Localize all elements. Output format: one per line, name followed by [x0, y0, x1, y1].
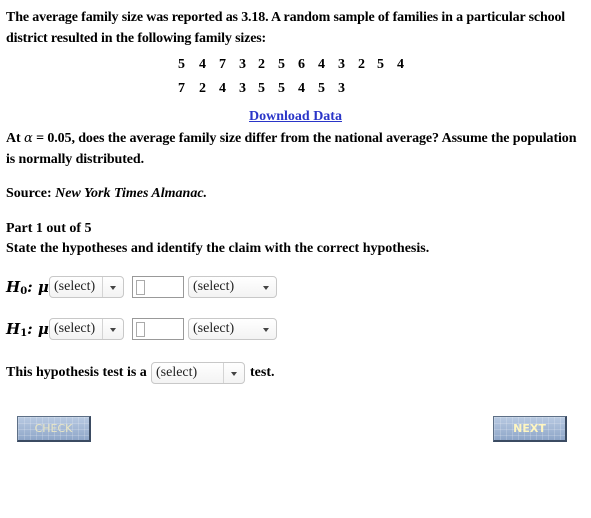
- hypothesis-symbol: H: [6, 278, 21, 296]
- data-row-2: 7 2 4 3 5 5 4 5 3: [0, 81, 591, 101]
- data-value: 2: [258, 57, 265, 72]
- data-value: 5: [278, 81, 285, 96]
- h1-claim-select[interactable]: (select): [188, 318, 277, 340]
- hypothesis-symbol: H: [6, 320, 21, 338]
- chevron-down-icon: [256, 319, 276, 339]
- question-text: At α = 0.05, does the average family siz…: [6, 128, 586, 170]
- data-value: 5: [278, 57, 285, 72]
- data-value: 4: [298, 81, 305, 96]
- chevron-down-icon: [102, 319, 123, 339]
- data-value: 7: [178, 81, 185, 96]
- data-value: 2: [199, 81, 206, 96]
- source-label: Source:: [6, 186, 56, 201]
- chevron-down-icon: [256, 277, 276, 297]
- test-type-prefix: This hypothesis test is a: [6, 365, 147, 380]
- source-value: New York Times Almanac.: [55, 186, 208, 201]
- data-value: 7: [219, 57, 226, 72]
- hypothesis-subscript: 1: [20, 328, 28, 339]
- data-value: 6: [298, 57, 305, 72]
- h0-value-input[interactable]: [132, 276, 184, 298]
- data-value: 2: [358, 57, 365, 72]
- select-value: (select): [193, 279, 235, 294]
- data-value: 5: [178, 57, 185, 72]
- data-value: 5: [258, 81, 265, 96]
- data-value: 5: [377, 57, 384, 72]
- alternative-hypothesis-label: H1: μ: [6, 320, 49, 339]
- test-type-select[interactable]: (select): [151, 362, 245, 384]
- part-instruction: State the hypotheses and identify the cl…: [6, 241, 430, 256]
- mu-symbol: : μ: [27, 320, 49, 338]
- source-line: Source: New York Times Almanac.: [6, 183, 207, 204]
- data-value: 3: [338, 81, 345, 96]
- alpha-symbol: α: [23, 131, 33, 146]
- question-rest: = 0.05, does the average family size dif…: [6, 131, 577, 167]
- data-value: 4: [199, 57, 206, 72]
- h1-operator-select[interactable]: (select): [49, 318, 124, 340]
- data-value: 4: [397, 57, 404, 72]
- download-container: Download Data: [0, 109, 591, 125]
- chevron-down-icon: [102, 277, 123, 297]
- input-placeholder-box: [136, 322, 145, 337]
- download-data-link[interactable]: Download Data: [249, 109, 342, 124]
- next-button[interactable]: NEXT: [493, 416, 567, 442]
- mu-symbol: : μ: [27, 278, 49, 296]
- data-value: 3: [338, 57, 345, 72]
- data-value: 3: [239, 81, 246, 96]
- h0-operator-select[interactable]: (select): [49, 276, 124, 298]
- select-value: (select): [156, 365, 198, 380]
- h1-value-input[interactable]: [132, 318, 184, 340]
- chevron-down-icon: [223, 363, 244, 383]
- data-value: 4: [219, 81, 226, 96]
- h0-claim-select[interactable]: (select): [188, 276, 277, 298]
- test-type-row: This hypothesis test is a (select) test.: [6, 362, 406, 386]
- hypothesis-subscript: 0: [20, 286, 28, 297]
- question-prefix: At: [6, 131, 24, 146]
- select-value: (select): [193, 321, 235, 336]
- data-row-1: 5 4 7 3 2 5 6 4 3 2 5 4: [0, 57, 591, 77]
- data-value: 4: [318, 57, 325, 72]
- null-hypothesis-label: H0: μ: [6, 278, 49, 297]
- check-button[interactable]: CHECK: [17, 416, 91, 442]
- input-placeholder-box: [136, 280, 145, 295]
- select-value: (select): [54, 279, 96, 294]
- data-value: 5: [318, 81, 325, 96]
- select-value: (select): [54, 321, 96, 336]
- data-value: 3: [239, 57, 246, 72]
- problem-intro: The average family size was reported as …: [6, 10, 566, 46]
- part-label: Part 1 out of 5: [6, 221, 92, 236]
- test-type-suffix: test.: [250, 365, 275, 380]
